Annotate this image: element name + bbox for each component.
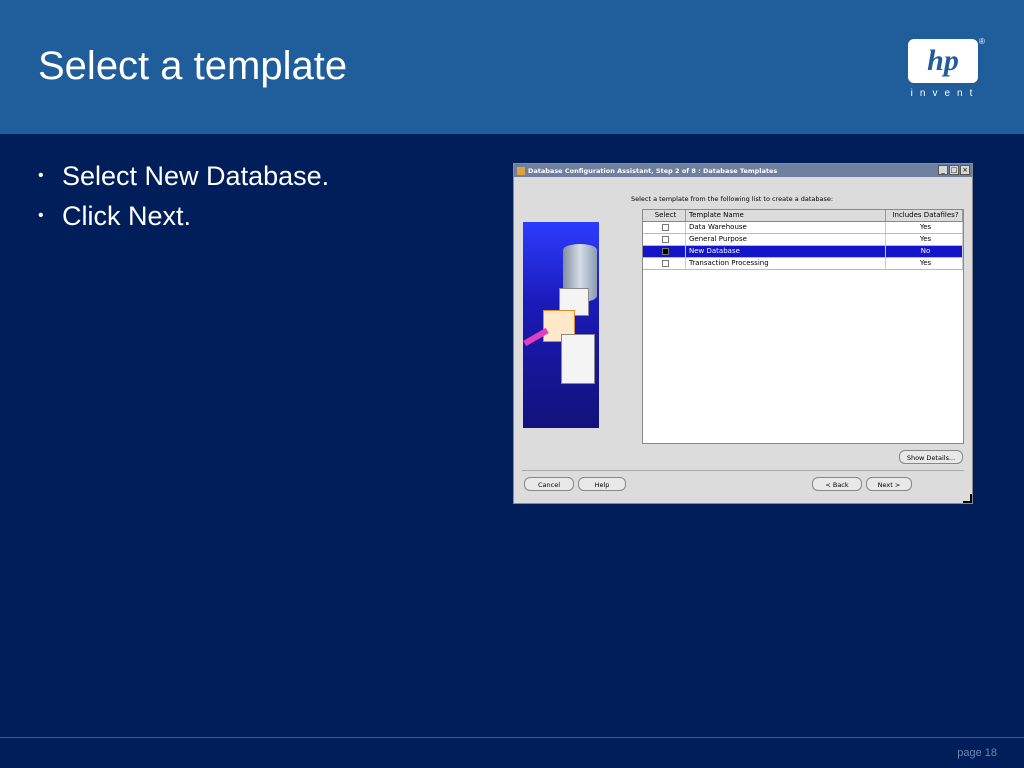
bullet-text: Select New Database.: [62, 161, 330, 191]
dialog-title: Database Configuration Assistant, Step 2…: [528, 166, 778, 175]
radio-button-selected[interactable]: [662, 247, 669, 255]
table-row[interactable]: General Purpose Yes: [643, 234, 963, 246]
bullet-list: • Select New Database. • Click Next.: [38, 156, 329, 236]
hp-logo-mark: hp: [908, 39, 978, 83]
table-row[interactable]: Transaction Processing Yes: [643, 258, 963, 270]
dbca-dialog-window: Database Configuration Assistant, Step 2…: [513, 163, 973, 504]
resize-grip-icon[interactable]: [963, 494, 972, 503]
instruction-text: Select a template from the following lis…: [631, 195, 834, 203]
col-header-datafiles[interactable]: Includes Datafiles?: [886, 210, 963, 221]
close-button[interactable]: ×: [960, 165, 970, 175]
bullet-text: Click Next.: [62, 201, 192, 231]
col-header-template-name[interactable]: Template Name: [686, 210, 886, 221]
bullet-item: • Click Next.: [38, 196, 329, 236]
registered-mark: ®: [979, 37, 985, 46]
page-number: page 18: [957, 747, 997, 759]
datafiles-cell: Yes: [886, 234, 963, 245]
template-name-cell: General Purpose: [686, 234, 886, 245]
show-details-button[interactable]: Show Details...: [899, 450, 963, 464]
slide-header: Select a template hp ® invent: [0, 0, 1024, 134]
col-header-select[interactable]: Select: [643, 210, 686, 221]
select-cell[interactable]: [643, 258, 686, 269]
templates-table: Select Template Name Includes Datafiles?…: [642, 209, 964, 444]
footer-divider: [0, 737, 1024, 738]
hp-logo: hp ® invent: [906, 37, 985, 101]
window-controls: _ □ ×: [938, 165, 970, 175]
template-name-cell: Data Warehouse: [686, 222, 886, 233]
app-icon: [517, 166, 525, 175]
next-button[interactable]: Next >: [866, 477, 912, 491]
template-name-cell: New Database: [686, 246, 886, 257]
datafiles-cell: No: [886, 246, 963, 257]
select-cell[interactable]: [643, 222, 686, 233]
hp-logo-tagline: invent: [910, 88, 980, 99]
hp-logo-text: hp: [927, 44, 959, 77]
radio-button[interactable]: [662, 235, 669, 243]
table-row-selected[interactable]: New Database No: [643, 246, 963, 258]
table-header: Select Template Name Includes Datafiles?: [643, 210, 963, 222]
maximize-button[interactable]: □: [949, 165, 959, 175]
minimize-button[interactable]: _: [938, 165, 948, 175]
cancel-button[interactable]: Cancel: [524, 477, 574, 491]
document-icon: [561, 334, 595, 384]
select-cell[interactable]: [643, 234, 686, 245]
back-button[interactable]: < Back: [812, 477, 862, 491]
bullet-dot-icon: •: [38, 167, 44, 184]
bullet-item: • Select New Database.: [38, 156, 329, 196]
table-row[interactable]: Data Warehouse Yes: [643, 222, 963, 234]
datafiles-cell: Yes: [886, 258, 963, 269]
dialog-titlebar[interactable]: Database Configuration Assistant, Step 2…: [514, 164, 972, 177]
template-name-cell: Transaction Processing: [686, 258, 886, 269]
radio-button[interactable]: [662, 259, 669, 267]
help-button[interactable]: Help: [578, 477, 626, 491]
slide-title: Select a template: [38, 44, 348, 88]
datafiles-cell: Yes: [886, 222, 963, 233]
bullet-dot-icon: •: [38, 207, 44, 224]
database-illustration: [523, 222, 599, 428]
radio-button[interactable]: [662, 223, 669, 231]
divider: [522, 470, 964, 471]
select-cell[interactable]: [643, 246, 686, 257]
